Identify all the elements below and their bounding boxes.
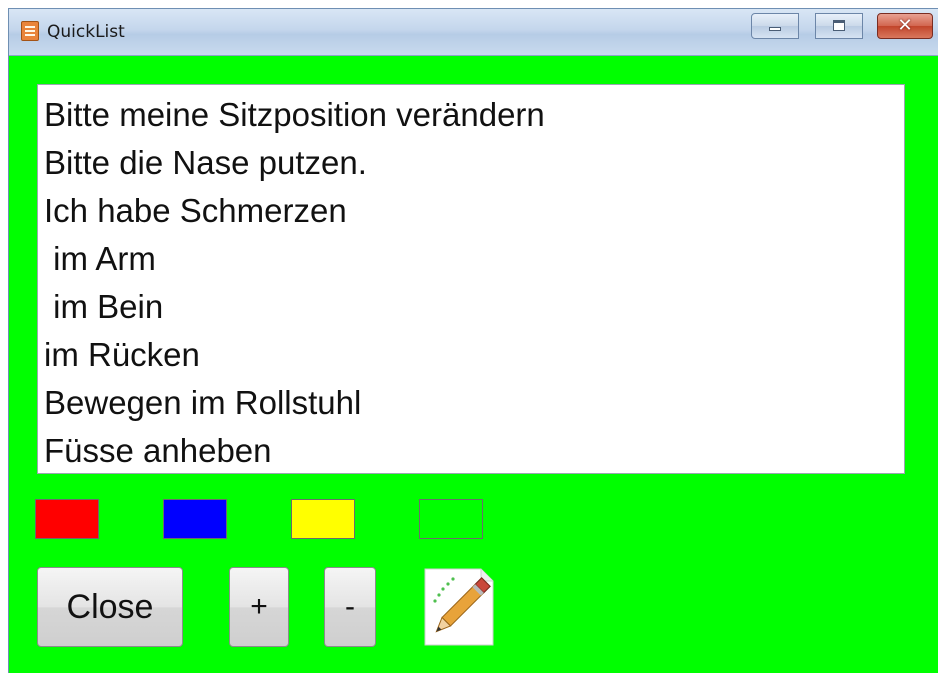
pencil-paper-icon [424, 568, 494, 646]
list-item[interactable]: Bewegen im Rollstuhl [44, 379, 898, 427]
close-window-button[interactable]: ✕ [877, 13, 933, 39]
list-item[interactable]: im Arm [44, 235, 898, 283]
color-swatch-yellow[interactable] [291, 499, 355, 539]
list-item[interactable]: Bitte meine Sitzposition verändern [44, 91, 898, 139]
edit-list-button[interactable] [419, 565, 499, 649]
list-item[interactable]: im Bein [44, 283, 898, 331]
increase-font-button[interactable]: + [229, 567, 289, 647]
phrase-list[interactable]: Bitte meine Sitzposition verändern Bitte… [37, 84, 905, 474]
maximize-button[interactable] [815, 13, 863, 39]
color-swatch-red[interactable] [35, 499, 99, 539]
minimize-button[interactable] [751, 13, 799, 39]
quicklist-window: QuickList ✕ Bitte meine Sitzposition ver… [8, 8, 938, 673]
list-item[interactable]: Bitte die Nase putzen. [44, 139, 898, 187]
close-icon: ✕ [897, 15, 913, 36]
maximize-icon [833, 20, 845, 31]
color-swatch-blue[interactable] [163, 499, 227, 539]
app-icon [21, 21, 39, 41]
minimize-icon [769, 27, 781, 31]
list-item[interactable]: Füsse anheben [44, 427, 898, 473]
list-item[interactable]: Ich habe Schmerzen [44, 187, 898, 235]
window-title: QuickList [47, 22, 125, 42]
decrease-font-button[interactable]: - [324, 567, 376, 647]
color-swatch-green[interactable] [419, 499, 483, 539]
list-item[interactable]: im Rücken [44, 331, 898, 379]
close-button[interactable]: Close [37, 567, 183, 647]
title-bar[interactable]: QuickList ✕ [9, 9, 938, 56]
